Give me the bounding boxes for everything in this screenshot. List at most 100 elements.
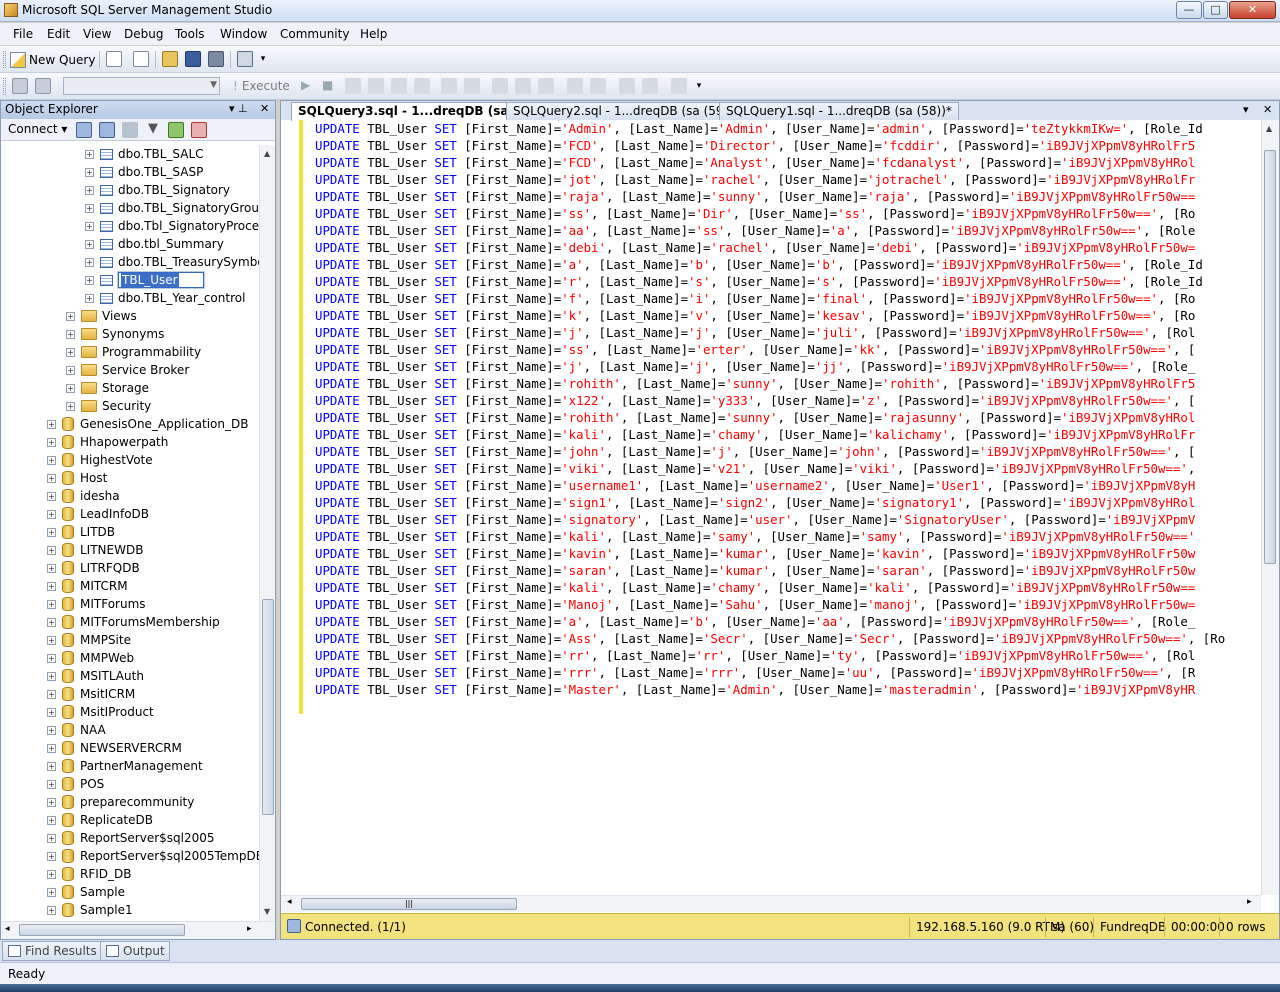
code-line[interactable]: UPDATE TBL_User SET [First_Name]='a', [L… [315, 256, 1203, 273]
expand-icon[interactable]: + [66, 401, 75, 411]
expand-icon[interactable]: + [47, 761, 56, 771]
toolbar-grip[interactable] [3, 51, 6, 68]
code-line[interactable]: UPDATE TBL_User SET [First_Name]='debi',… [315, 239, 1195, 256]
tree-vertical-scrollbar[interactable]: ▲ ▼ [259, 145, 275, 921]
tree-node[interactable]: + LITNEWDB [47, 541, 143, 559]
execute-button[interactable]: ! Execute [233, 79, 290, 93]
code-line[interactable]: UPDATE TBL_User SET [First_Name]='Admin'… [315, 120, 1203, 137]
remove-filter-icon[interactable] [191, 122, 207, 138]
expand-icon[interactable]: + [47, 689, 56, 699]
scroll-up-icon[interactable]: ▲ [264, 149, 270, 158]
debug-play-icon[interactable]: ▶ [301, 78, 317, 94]
editor-vertical-scrollbar[interactable]: ▲ [1261, 120, 1279, 895]
comment-icon[interactable] [567, 78, 583, 94]
minimize-button[interactable]: — [1176, 1, 1202, 19]
tree-node[interactable]: + GenesisOne_Application_DB [47, 415, 248, 433]
code-line[interactable]: UPDATE TBL_User SET [First_Name]='rrr', … [315, 664, 1195, 681]
expand-icon[interactable]: + [47, 653, 56, 663]
expand-icon[interactable]: + [85, 293, 94, 303]
tree-hscroll-thumb[interactable] [19, 924, 185, 936]
tree-horizontal-scrollbar[interactable]: ◂ ▸ [1, 921, 275, 939]
tree-node[interactable]: + MITCRM [47, 577, 128, 595]
tree-node[interactable]: + NEWSERVERCRM [47, 739, 182, 757]
tree-node[interactable]: + MMPWeb [47, 649, 134, 667]
new-query-button[interactable]: New Query [10, 50, 95, 69]
code-line[interactable]: UPDATE TBL_User SET [First_Name]='jot', … [315, 171, 1195, 188]
database-selector[interactable]: ▼ [63, 77, 220, 95]
code-line[interactable]: UPDATE TBL_User SET [First_Name]='kali',… [315, 426, 1195, 443]
open-folder-icon[interactable] [162, 51, 178, 67]
scroll-left-icon[interactable]: ◂ [5, 924, 10, 934]
tree-node[interactable]: + LITDB [47, 523, 115, 541]
parse-icon[interactable] [345, 78, 361, 94]
expand-icon[interactable]: + [85, 167, 94, 177]
expand-icon[interactable]: + [47, 833, 56, 843]
menu-debug[interactable]: Debug [124, 27, 163, 41]
tree-node[interactable]: + Host [47, 469, 107, 487]
expand-icon[interactable]: + [47, 815, 56, 825]
toolbar-overflow-icon[interactable]: ▾ [694, 78, 704, 94]
new-file-icon[interactable] [106, 51, 122, 67]
pin-icon[interactable]: ▾ ⊥ [229, 102, 248, 115]
connect-server-icon[interactable] [76, 122, 92, 138]
expand-icon[interactable]: + [47, 797, 56, 807]
rename-text[interactable]: TBL_User [121, 273, 179, 287]
scroll-up-icon[interactable]: ▲ [1266, 124, 1272, 133]
tree-node[interactable]: + dbo.Tbl_SignatoryProcess [85, 217, 259, 235]
intellisense-icon[interactable] [414, 78, 430, 94]
connect-icon[interactable] [12, 78, 28, 94]
tab-sqlquery2[interactable]: SQLQuery2.sql - 1...dreqDB (sa (59))* [506, 102, 746, 120]
expand-icon[interactable]: + [85, 221, 94, 231]
outdent-icon[interactable] [642, 78, 658, 94]
expand-icon[interactable]: + [85, 149, 94, 159]
code-line[interactable]: UPDATE TBL_User SET [First_Name]='j', [L… [315, 358, 1195, 375]
expand-icon[interactable]: + [47, 473, 56, 483]
code-line[interactable]: UPDATE TBL_User SET [First_Name]='a', [L… [315, 613, 1195, 630]
specify-values-icon[interactable] [671, 78, 687, 94]
tree-node[interactable]: + LeadInfoDB [47, 505, 149, 523]
expand-icon[interactable]: + [85, 203, 94, 213]
include-plan-icon[interactable] [515, 78, 531, 94]
menu-community[interactable]: Community [280, 27, 349, 41]
editor-horizontal-scrollbar[interactable]: ◂ ||| ▸ [281, 895, 1261, 912]
tree-node[interactable]: + MSITLAuth [47, 667, 144, 685]
tree-node[interactable]: + Programmability [66, 343, 201, 361]
code-line[interactable]: UPDATE TBL_User SET [First_Name]='r', [L… [315, 273, 1203, 290]
code-line[interactable]: UPDATE TBL_User SET [First_Name]='sign1'… [315, 494, 1195, 511]
stop-icon[interactable]: ■ [322, 78, 338, 94]
code-line[interactable]: UPDATE TBL_User SET [First_Name]='rr', [… [315, 647, 1195, 664]
expand-icon[interactable]: + [66, 329, 75, 339]
disconnect-icon[interactable] [99, 122, 115, 138]
editor-hscroll-thumb[interactable]: ||| [301, 898, 517, 910]
save-all-icon[interactable] [208, 51, 224, 67]
tree-node[interactable]: + dbo.TBL_SALC [85, 145, 204, 163]
expand-icon[interactable]: + [85, 257, 94, 267]
close-button[interactable]: ✕ [1229, 1, 1276, 19]
tree-node[interactable]: + Storage [66, 379, 149, 397]
tree-node[interactable]: + dbo.TBL_Signatory [85, 181, 230, 199]
connect-dropdown[interactable]: Connect ▾ [8, 122, 67, 136]
client-stats-icon[interactable] [538, 78, 554, 94]
tree-node[interactable]: + ReportServer$sql2005 [47, 829, 215, 847]
tree-node[interactable]: + HighestVote [47, 451, 153, 469]
scroll-left-icon[interactable]: ◂ [287, 897, 292, 907]
new-project-icon[interactable] [133, 51, 149, 67]
tab-sqlquery1[interactable]: SQLQuery1.sql - 1...dreqDB (sa (58))* [719, 102, 959, 120]
save-icon[interactable] [185, 51, 201, 67]
expand-icon[interactable]: + [47, 743, 56, 753]
tree-node[interactable]: + Views [66, 307, 137, 325]
code-line[interactable]: UPDATE TBL_User SET [First_Name]='FCD', … [315, 137, 1195, 154]
code-line[interactable]: UPDATE TBL_User SET [First_Name]='Manoj'… [315, 596, 1195, 613]
tree-node[interactable]: + PartnerManagement [47, 757, 203, 775]
expand-icon[interactable]: + [47, 617, 56, 627]
expand-icon[interactable]: + [47, 437, 56, 447]
expand-icon[interactable]: + [85, 239, 94, 249]
tree-node[interactable]: + Security [66, 397, 151, 415]
tree-node[interactable]: + Synonyms [66, 325, 164, 343]
uncomment-icon[interactable] [590, 78, 606, 94]
code-line[interactable]: UPDATE TBL_User SET [First_Name]='f', [L… [315, 290, 1195, 307]
editor-scroll-thumb[interactable] [1264, 150, 1276, 564]
change-connection-icon[interactable] [35, 78, 51, 94]
tree-node[interactable]: + Hhapowerpath [47, 433, 168, 451]
scroll-down-icon[interactable]: ▼ [264, 907, 270, 916]
